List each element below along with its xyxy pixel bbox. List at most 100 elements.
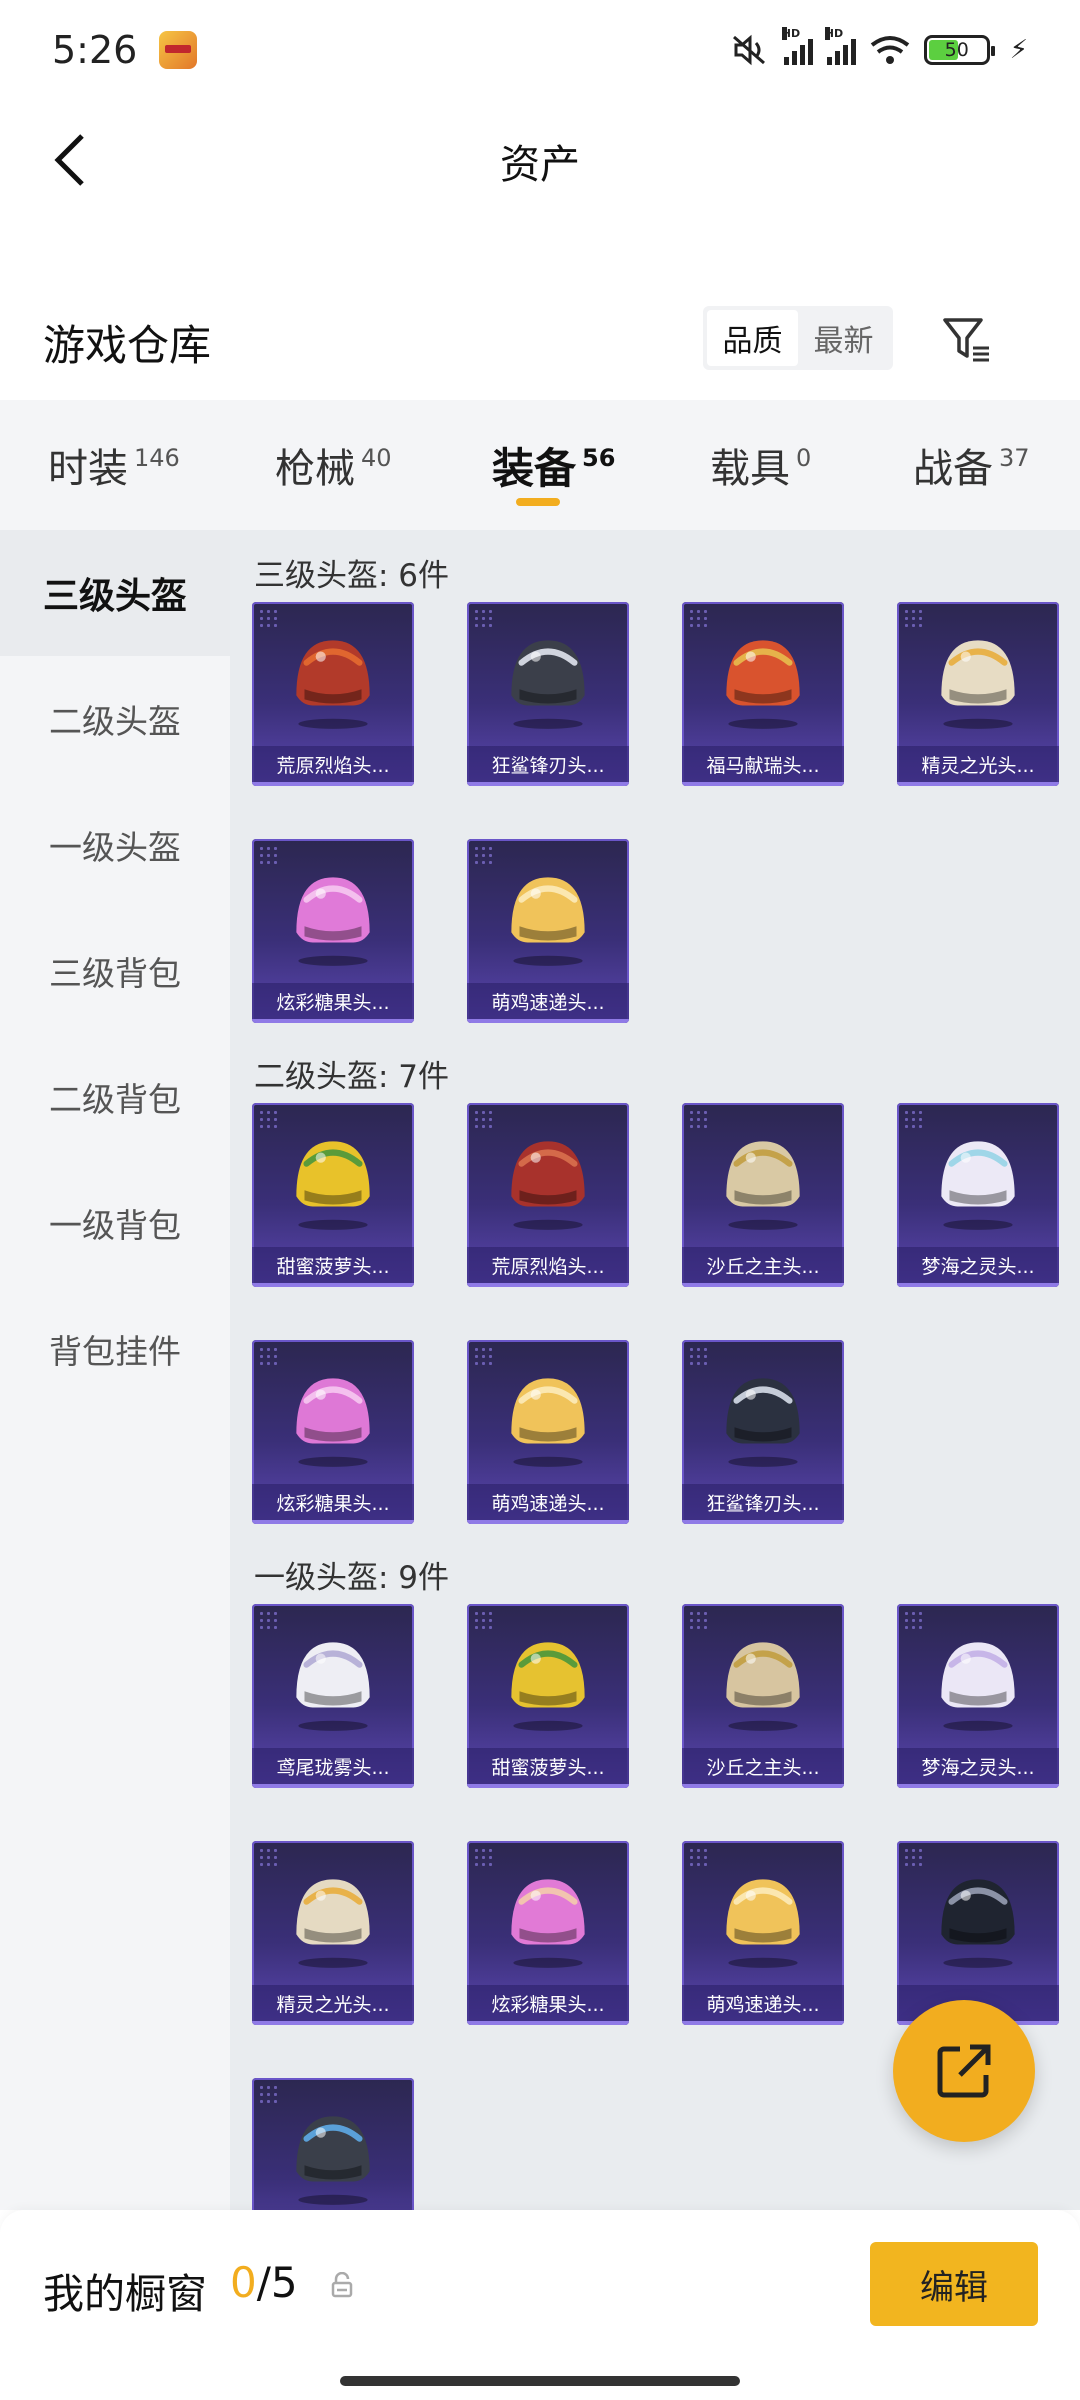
battery-level: 50	[944, 39, 969, 61]
item-name: 炫彩糖果头...	[252, 1484, 414, 1524]
helmet-icon	[941, 1879, 1015, 1968]
tab-equipment[interactable]: 装备 56	[492, 400, 615, 530]
item-card[interactable]: 狂鲨锋刃头...	[467, 602, 629, 786]
group-title: 二级头盔: 7件	[254, 1059, 450, 1095]
hd-label: HD	[781, 27, 801, 40]
item-card[interactable]: 萌鸡速递头...	[682, 1841, 844, 2025]
item-card[interactable]: 沙丘之主头...	[682, 1103, 844, 1287]
item-card[interactable]	[897, 1841, 1059, 2025]
item-grid: 三级头盔: 6件荒原烈焰头... 狂鲨锋刃头... 福马献瑞头... 精灵之光头...…	[230, 530, 1080, 2210]
tab-count: 56	[582, 444, 616, 472]
sidebar-item-level3-helmet[interactable]: 三级头盔	[0, 530, 230, 656]
item-card[interactable]: 萌鸡速递头...	[467, 1340, 629, 1524]
sidebar-item-level2-helmet[interactable]: 二级头盔	[0, 656, 230, 782]
item-card[interactable]: 精灵之光头...	[897, 602, 1059, 786]
page-title: 资产	[500, 142, 580, 188]
helmet-icon	[726, 640, 800, 729]
signal-icon-2: HD	[824, 27, 856, 65]
helmet-icon	[296, 1378, 370, 1467]
tab-vehicles[interactable]: 载具 0	[710, 400, 811, 530]
item-name: 沙丘之主头...	[682, 1748, 844, 1788]
active-tab-indicator	[515, 498, 560, 506]
item-card[interactable]: 甜蜜菠萝头...	[252, 1103, 414, 1287]
group-title: 一级头盔: 9件	[254, 1560, 450, 1596]
item-name: 炫彩糖果头...	[467, 1985, 629, 2025]
item-card[interactable]: 鸢尾珑雾头...	[252, 1604, 414, 1788]
item-card[interactable]: 沙丘之主头...	[682, 1604, 844, 1788]
share-external-icon	[937, 2044, 991, 2098]
item-card[interactable]: 荒原烈焰头...	[252, 602, 414, 786]
sort-newest-button[interactable]: 最新	[798, 310, 889, 366]
item-card[interactable]: 炫彩糖果头...	[467, 1841, 629, 2025]
tab-guns[interactable]: 枪械 40	[275, 400, 392, 530]
sidebar-item-level1-helmet[interactable]: 一级头盔	[0, 782, 230, 908]
showcase-current: 0	[230, 2258, 257, 2307]
item-card[interactable]: 炫彩糖果头...	[252, 839, 414, 1023]
item-card[interactable]: 甜蜜菠萝头...	[467, 1604, 629, 1788]
showcase-count: 0/5	[230, 2258, 298, 2307]
helmet-icon	[296, 1141, 370, 1230]
edit-button[interactable]: 编辑	[870, 2242, 1038, 2326]
item-name: 梦海之灵头...	[897, 1748, 1059, 1788]
showcase-total: /5	[256, 2258, 298, 2307]
sidebar-item-level1-backpack[interactable]: 一级背包	[0, 1160, 230, 1286]
sidebar-item-level3-backpack[interactable]: 三级背包	[0, 908, 230, 1034]
item-name: 精灵之光头...	[897, 746, 1059, 786]
helmet-icon	[726, 1879, 800, 1968]
tab-count: 146	[134, 444, 180, 472]
tab-battle-gear[interactable]: 战备 37	[913, 400, 1030, 530]
helmet-icon	[941, 1642, 1015, 1731]
tab-label: 枪械	[275, 446, 355, 492]
battery-icon: 50	[923, 35, 995, 65]
item-name: 炫彩糖果头...	[252, 983, 414, 1023]
item-card[interactable]: 狂鲨锋刃头...	[682, 1340, 844, 1524]
helmet-icon	[296, 1879, 370, 1968]
wifi-icon	[870, 36, 909, 64]
item-name: 甜蜜菠萝头...	[252, 1247, 414, 1287]
helmet-icon	[941, 640, 1015, 729]
helmet-icon	[941, 1141, 1015, 1230]
group-title: 三级头盔: 6件	[254, 558, 450, 594]
item-name: 福马献瑞头...	[682, 746, 844, 786]
item-card[interactable]: 梦海之灵头...	[897, 1604, 1059, 1788]
item-name: 狂鲨锋刃头...	[467, 746, 629, 786]
item-card[interactable]: 福马献瑞头...	[682, 602, 844, 786]
item-name: 荒原烈焰头...	[467, 1247, 629, 1287]
helmet-icon	[296, 640, 370, 729]
helmet-icon	[511, 1378, 585, 1467]
item-name: 梦海之灵头...	[897, 1247, 1059, 1287]
helmet-icon	[726, 1378, 800, 1467]
helmet-icon	[511, 877, 585, 966]
item-name: 精灵之光头...	[252, 1985, 414, 2025]
item-card[interactable]: 萌鸡速递头...	[467, 839, 629, 1023]
tab-label: 时装	[48, 446, 128, 492]
item-card[interactable]: 炫彩糖果头...	[252, 1340, 414, 1524]
hd-label-2: HD	[824, 27, 844, 40]
item-name: 鸢尾珑雾头...	[252, 1748, 414, 1788]
home-indicator[interactable]	[340, 2376, 740, 2386]
tab-label: 载具	[710, 446, 790, 492]
helmet-icon	[511, 1642, 585, 1731]
share-button[interactable]	[893, 2000, 1035, 2142]
sort-quality-button[interactable]: 品质	[707, 310, 798, 366]
showcase-label: 我的橱窗	[43, 2270, 207, 2318]
filter-button[interactable]	[935, 308, 999, 372]
tab-outfit[interactable]: 时装 146	[48, 400, 180, 530]
helmet-icon	[296, 1642, 370, 1731]
status-time: 5:26	[52, 28, 138, 72]
helmet-icon	[296, 877, 370, 966]
item-name: 沙丘之主头...	[682, 1247, 844, 1287]
item-name: 萌鸡速递头...	[682, 1985, 844, 2025]
item-card[interactable]: 荒原烈焰头...	[467, 1103, 629, 1287]
helmet-icon	[726, 1642, 800, 1731]
warehouse-header: 游戏仓库 品质 最新	[0, 290, 1080, 390]
item-card[interactable]: 梦海之灵头...	[897, 1103, 1059, 1287]
tab-count: 40	[361, 444, 392, 472]
showcase-bar: 我的橱窗 0/5 编辑	[0, 2210, 1080, 2400]
sidebar-item-level2-backpack[interactable]: 二级背包	[0, 1034, 230, 1160]
tab-label: 装备	[492, 443, 577, 493]
item-card[interactable]	[252, 2078, 414, 2210]
signal-icon: HD	[781, 27, 813, 65]
sidebar-item-backpack-charm[interactable]: 背包挂件	[0, 1286, 230, 1412]
item-card[interactable]: 精灵之光头...	[252, 1841, 414, 2025]
